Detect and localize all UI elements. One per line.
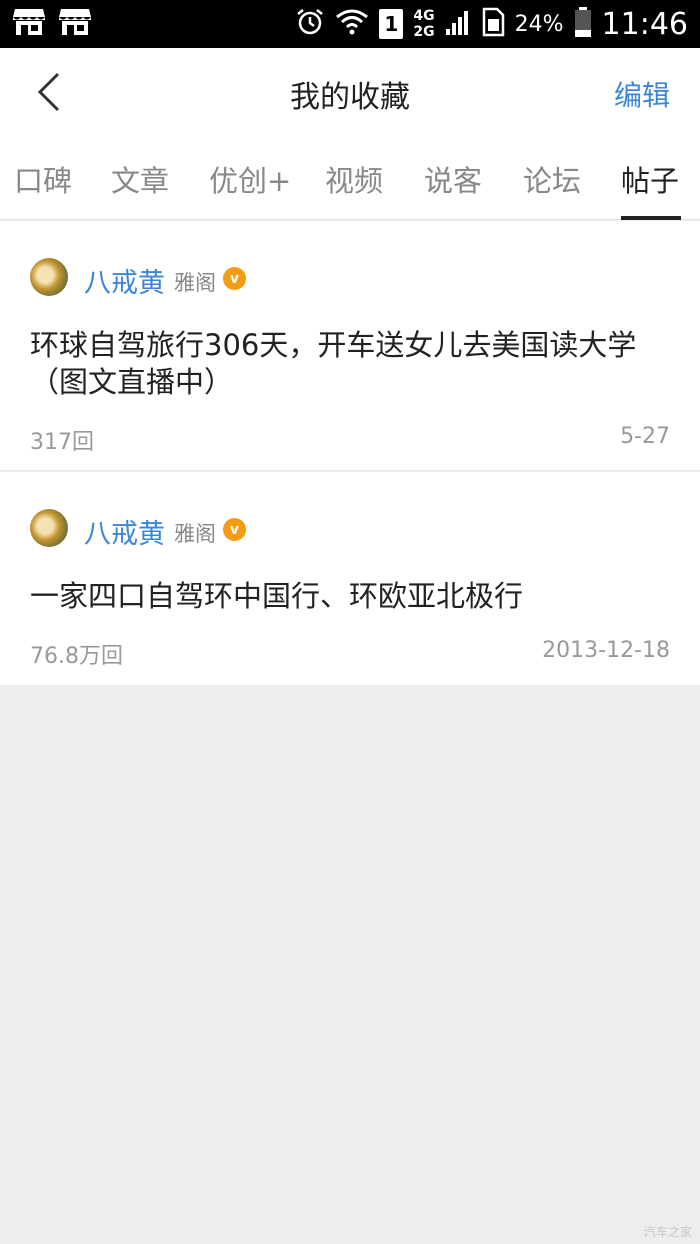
active-tab-indicator (621, 216, 681, 220)
store-icon (12, 7, 46, 41)
signal-icon (445, 7, 471, 41)
tab-forum[interactable]: 论坛 (523, 158, 581, 200)
reply-count: 76.8万回 (30, 644, 123, 669)
battery-icon (574, 6, 592, 42)
tab-videos[interactable]: 视频 (325, 158, 383, 200)
clock: 11:46 (601, 6, 688, 42)
avatar[interactable] (30, 258, 68, 296)
car-model-label: 雅阁 (174, 522, 216, 546)
tab-koubei[interactable]: 口碑 (14, 158, 72, 200)
tab-youchuang[interactable]: 优创+ (209, 158, 291, 200)
tab-articles[interactable]: 文章 (111, 158, 169, 200)
network-type: 4G 2G (413, 8, 435, 40)
status-bar: 1 4G 2G 24% 11:46 (0, 0, 700, 48)
verified-badge-icon: v (223, 518, 246, 541)
post-date: 5-27 (620, 424, 670, 449)
author-name[interactable]: 八戒黄 (84, 261, 165, 300)
car-model-label: 雅阁 (174, 271, 216, 295)
navigation-bar: 我的收藏 编辑 (0, 48, 700, 136)
post-title[interactable]: 环球自驾旅行306天，开车送女儿去美国读大学（图文直播中） (30, 327, 670, 401)
post-card[interactable]: 八戒黄 雅阁 v 环球自驾旅行306天，开车送女儿去美国读大学（图文直播中） 3… (0, 221, 700, 471)
reply-count: 317回 (30, 430, 94, 455)
sim-indicator: 1 (379, 9, 404, 39)
store-icon (58, 7, 92, 41)
avatar[interactable] (30, 509, 68, 547)
sim-card-icon (481, 7, 505, 41)
battery-percent: 24% (514, 11, 564, 37)
post-title[interactable]: 一家四口自驾环中国行、环欧亚北极行 (30, 578, 670, 615)
post-card[interactable]: 八戒黄 雅阁 v 一家四口自驾环中国行、环欧亚北极行 76.8万回 2013-1… (0, 472, 700, 685)
watermark: 汽车之家 (643, 1225, 692, 1239)
post-date: 2013-12-18 (542, 638, 670, 663)
page-title: 我的收藏 (290, 80, 410, 115)
verified-badge-icon: v (223, 267, 246, 290)
tab-shuoke[interactable]: 说客 (424, 158, 482, 200)
alarm-icon (295, 7, 325, 41)
tab-posts[interactable]: 帖子 (621, 158, 679, 200)
wifi-icon (335, 7, 369, 41)
category-tabs: 口碑 文章 优创+ 视频 说客 论坛 帖子 (0, 136, 700, 220)
author-name[interactable]: 八戒黄 (84, 512, 165, 551)
edit-button[interactable]: 编辑 (614, 74, 670, 114)
